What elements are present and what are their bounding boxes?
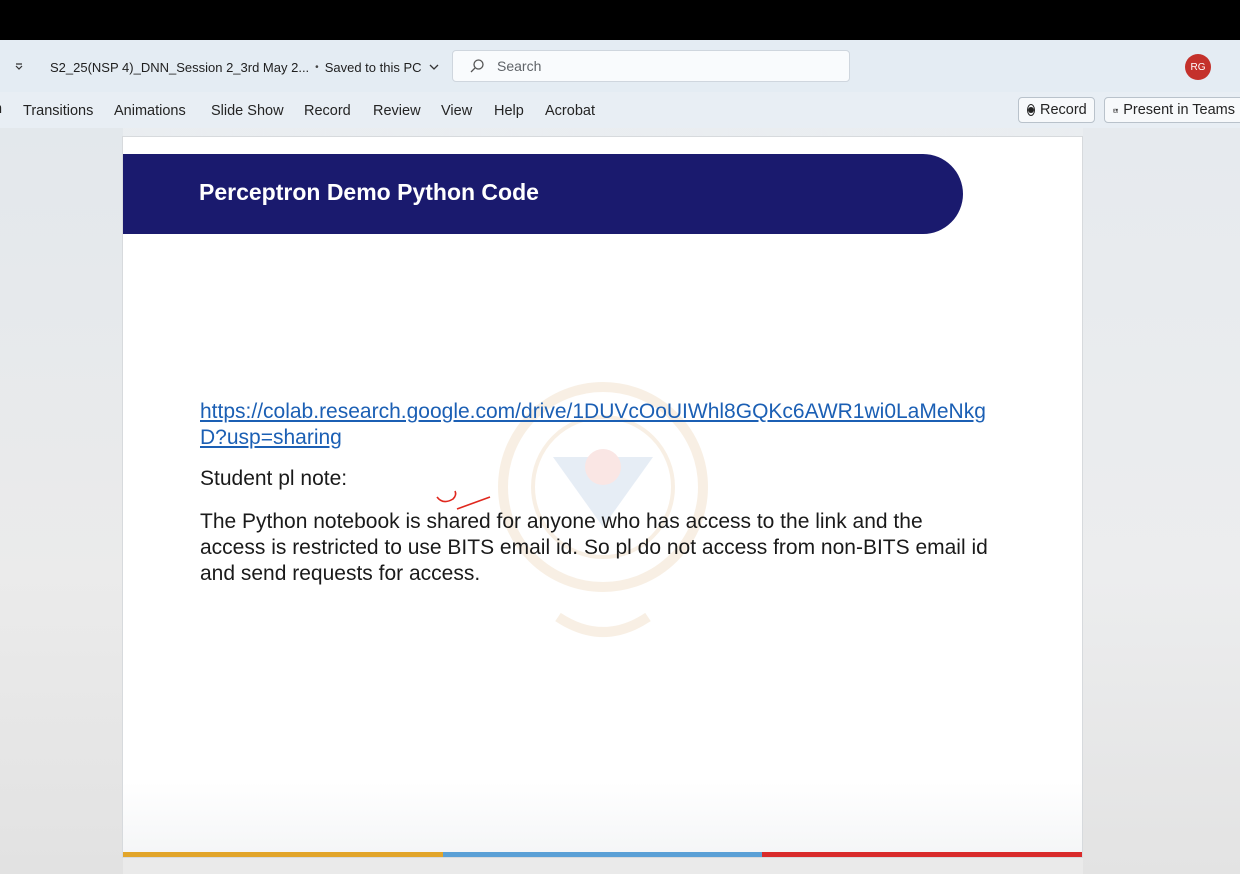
search-icon	[470, 59, 484, 73]
tab-transitions[interactable]: Transitions	[23, 103, 93, 119]
record-button-label: Record	[1040, 102, 1087, 118]
tab-view[interactable]: View	[441, 103, 472, 119]
save-status: Saved to this PC	[324, 59, 422, 75]
workspace-left	[0, 128, 123, 874]
colab-link[interactable]: https://colab.research.google.com/drive/…	[200, 399, 1000, 451]
footer-bar-blue	[442, 852, 763, 857]
slide-canvas[interactable]: Perceptron Demo Python Code https://cola…	[123, 137, 1082, 857]
slide-title: Perceptron Demo Python Code	[199, 179, 539, 205]
search-box[interactable]	[452, 50, 850, 82]
present-in-teams-button[interactable]: Present in Teams	[1104, 97, 1240, 123]
footer-bar-yellow	[123, 852, 443, 857]
tab-animations[interactable]: Animations	[114, 103, 186, 119]
note-heading: Student pl note:	[200, 467, 348, 490]
title-separator: •	[315, 61, 319, 73]
teams-icon	[1113, 108, 1119, 113]
tab-help[interactable]: Help	[494, 103, 524, 119]
workspace-right	[1083, 128, 1240, 874]
quick-access-chevron-icon[interactable]	[12, 58, 26, 76]
footer-bar-red	[762, 852, 1082, 857]
screen-top-bar	[0, 0, 1240, 40]
tab-slide-show[interactable]: Slide Show	[211, 103, 284, 119]
pen-annotation-tick	[436, 490, 491, 510]
search-input[interactable]	[495, 57, 799, 75]
document-title-area[interactable]: S2_25(NSP 4)_DNN_Session 2_3rd May 2... …	[50, 58, 440, 76]
present-button-label: Present in Teams	[1123, 102, 1235, 118]
slide-bottom-fade	[123, 782, 1082, 852]
footer-color-bar	[123, 852, 1082, 857]
tab-record[interactable]: Record	[304, 103, 351, 119]
chevron-down-icon	[429, 64, 438, 70]
record-button[interactable]: Record	[1018, 97, 1095, 123]
document-name: S2_25(NSP 4)_DNN_Session 2_3rd May 2...	[50, 59, 310, 75]
tab-review[interactable]: Review	[373, 103, 421, 119]
tab-partial[interactable]: n	[0, 101, 2, 117]
record-icon	[1027, 104, 1035, 116]
avatar[interactable]: RG	[1185, 54, 1211, 80]
tab-acrobat[interactable]: Acrobat	[545, 103, 595, 119]
note-body: The Python notebook is shared for anyone…	[200, 510, 988, 585]
